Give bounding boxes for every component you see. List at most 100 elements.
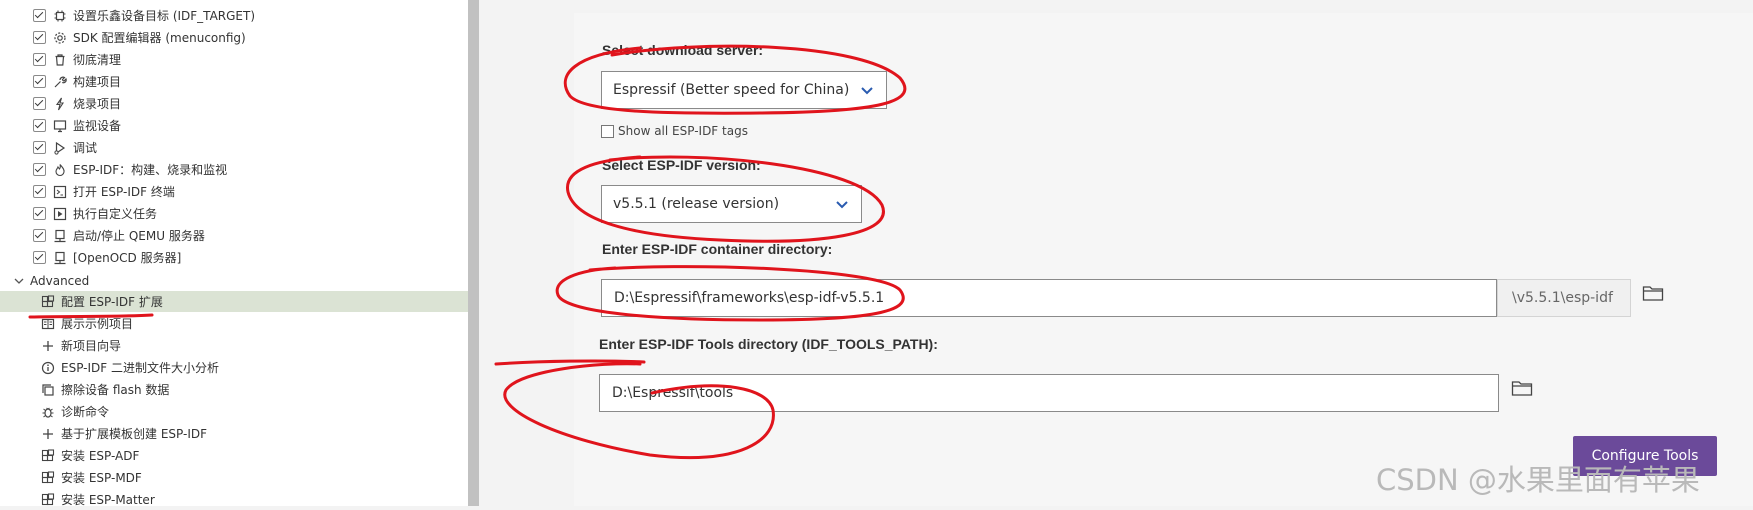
tree-item-label: 配置 ESP-IDF 扩展: [61, 295, 163, 309]
section-advanced[interactable]: Advanced: [12, 270, 89, 291]
tree-item[interactable]: 安装 ESP-MDF: [41, 467, 142, 488]
tree-item-label: 构建项目: [73, 75, 122, 89]
tree-item-label: 烧录项目: [73, 97, 122, 111]
chevron-down-icon: [836, 201, 848, 209]
tree-item[interactable]: 监视设备: [33, 115, 121, 136]
book-icon: [41, 317, 55, 331]
terminal-icon: [53, 185, 67, 199]
tree-item[interactable]: 基于扩展模板创建 ESP-IDF: [41, 423, 207, 444]
monitor-icon: [53, 119, 67, 133]
tree-item[interactable]: 诊断命令: [41, 401, 109, 422]
extensions-icon: [41, 448, 55, 463]
checkbox[interactable]: [33, 9, 46, 22]
tree-item-label: 安装 ESP-Matter: [61, 493, 155, 507]
tree-item[interactable]: SDK 配置编辑器 (menuconfig): [33, 27, 246, 48]
tools-dir-label: Enter ESP-IDF Tools directory (IDF_TOOLS…: [599, 336, 938, 352]
tree-item-label: 安装 ESP-ADF: [61, 449, 140, 463]
extensions-icon: [41, 294, 55, 309]
copy-icon: [41, 383, 55, 397]
tree-item[interactable]: ESP-IDF 二进制文件大小分析: [41, 357, 219, 378]
checkbox[interactable]: [33, 53, 46, 66]
tree-item[interactable]: 调试: [33, 137, 97, 158]
tree-item-label: 启动/停止 QEMU 服务器: [73, 229, 205, 243]
container-dir-input[interactable]: D:\Espressif\frameworks\esp-idf-v5.5.1: [601, 279, 1497, 317]
checkbox[interactable]: [33, 163, 46, 176]
version-value: v5.5.1 (release version): [613, 196, 780, 212]
tree-item-label: 安装 ESP-MDF: [61, 471, 142, 485]
tree-item-label: 执行自定义任务: [73, 207, 158, 221]
tree-item[interactable]: ESP-IDF：构建、烧录和监视: [33, 159, 227, 180]
tree-item-label: 设置乐鑫设备目标 (IDF_TARGET): [73, 9, 256, 23]
plus-icon: [41, 427, 55, 441]
tree-item-label: ESP-IDF 二进制文件大小分析: [61, 361, 219, 375]
tree-item-label: 诊断命令: [61, 405, 110, 419]
gear-icon: [53, 31, 67, 45]
sidebar-tree: 设置乐鑫设备目标 (IDF_TARGET) SDK 配置编辑器 (menuconf…: [0, 0, 468, 507]
container-dir-label: Enter ESP-IDF container directory:: [602, 241, 833, 257]
tree-item[interactable]: 设置乐鑫设备目标 (IDF_TARGET): [33, 5, 255, 26]
tree-item-label: 打开 ESP-IDF 终端: [73, 185, 175, 199]
tools-dir-value: D:\Espressif\tools: [612, 385, 734, 401]
info-icon: [41, 361, 55, 375]
checkbox[interactable]: [33, 31, 46, 44]
chevron-down-icon: [12, 274, 26, 288]
flame-icon: [53, 163, 67, 177]
tree-item[interactable]: 彻底清理: [33, 49, 121, 70]
download-server-select[interactable]: Espressif (Better speed for China): [601, 71, 887, 109]
tree-item-label: 新项目向导: [61, 339, 122, 353]
chip-icon: [53, 9, 67, 23]
wrench-icon: [53, 75, 67, 89]
trash-icon: [53, 53, 67, 67]
checkbox[interactable]: [33, 119, 46, 132]
folder-icon[interactable]: [1642, 284, 1664, 302]
checkbox[interactable]: [33, 251, 46, 264]
show-all-tags-checkbox[interactable]: [601, 124, 614, 138]
show-all-tags-label: Show all ESP-IDF tags: [618, 124, 748, 138]
tree-item[interactable]: 启动/停止 QEMU 服务器: [33, 225, 205, 246]
tools-dir-input[interactable]: D:\Espressif\tools: [599, 374, 1499, 412]
tree-item[interactable]: 构建项目: [33, 71, 121, 92]
checkbox[interactable]: [33, 229, 46, 242]
tree-item-label: SDK 配置编辑器 (menuconfig): [73, 31, 246, 45]
extensions-icon: [41, 470, 55, 485]
tree-item[interactable]: 新项目向导: [41, 335, 121, 356]
tree-item[interactable]: 展示示例项目: [41, 313, 133, 334]
tree-item[interactable]: 烧录项目: [33, 93, 121, 114]
show-all-tags-option[interactable]: Show all ESP-IDF tags: [601, 124, 748, 138]
sidebar-scrollbar[interactable]: [468, 0, 479, 506]
csdn-watermark: CSDN @水果里面有苹果: [1376, 463, 1700, 497]
tree-item[interactable]: 安装 ESP-ADF: [41, 445, 139, 466]
checkbox[interactable]: [33, 207, 46, 220]
chevron-down-icon: [861, 87, 873, 95]
tree-item[interactable]: 擦除设备 flash 数据: [41, 379, 169, 400]
checkbox[interactable]: [33, 141, 46, 154]
server-icon: [53, 229, 67, 243]
lightning-icon: [53, 97, 67, 111]
tree-item-label: ESP-IDF：构建、烧录和监视: [73, 163, 228, 177]
tree-item-selected[interactable]: 配置 ESP-IDF 扩展: [0, 291, 468, 312]
checkbox[interactable]: [33, 97, 46, 110]
tree-item-label: 擦除设备 flash 数据: [61, 383, 170, 397]
run-icon: [53, 207, 67, 221]
tree-item-label: 监视设备: [73, 119, 122, 133]
section-label: Advanced: [30, 273, 90, 288]
download-server-value: Espressif (Better speed for China): [613, 82, 850, 98]
tree-item-label: 调试: [73, 141, 98, 155]
tree-item-label: 展示示例项目: [61, 317, 134, 331]
tree-item-label: 基于扩展模板创建 ESP-IDF: [61, 427, 207, 441]
download-server-label: Select download server:: [602, 42, 764, 58]
tree-item-label: 彻底清理: [73, 53, 122, 67]
container-dir-suffix-text: \v5.5.1\esp-idf: [1512, 290, 1613, 306]
tree-item[interactable]: 打开 ESP-IDF 终端: [33, 181, 175, 202]
version-label: Select ESP-IDF version:: [602, 157, 761, 173]
tree-item[interactable]: [OpenOCD 服务器]: [33, 247, 181, 268]
folder-icon[interactable]: [1511, 379, 1533, 397]
tree-item[interactable]: 安装 ESP-Matter: [41, 489, 155, 510]
checkbox[interactable]: [33, 75, 46, 88]
server-icon: [53, 251, 67, 265]
version-select[interactable]: v5.5.1 (release version): [601, 185, 862, 223]
tree-item[interactable]: 执行自定义任务: [33, 203, 157, 224]
container-dir-suffix: \v5.5.1\esp-idf: [1497, 279, 1631, 317]
checkbox[interactable]: [33, 185, 46, 198]
tree-item-label: [OpenOCD 服务器]: [73, 251, 182, 265]
